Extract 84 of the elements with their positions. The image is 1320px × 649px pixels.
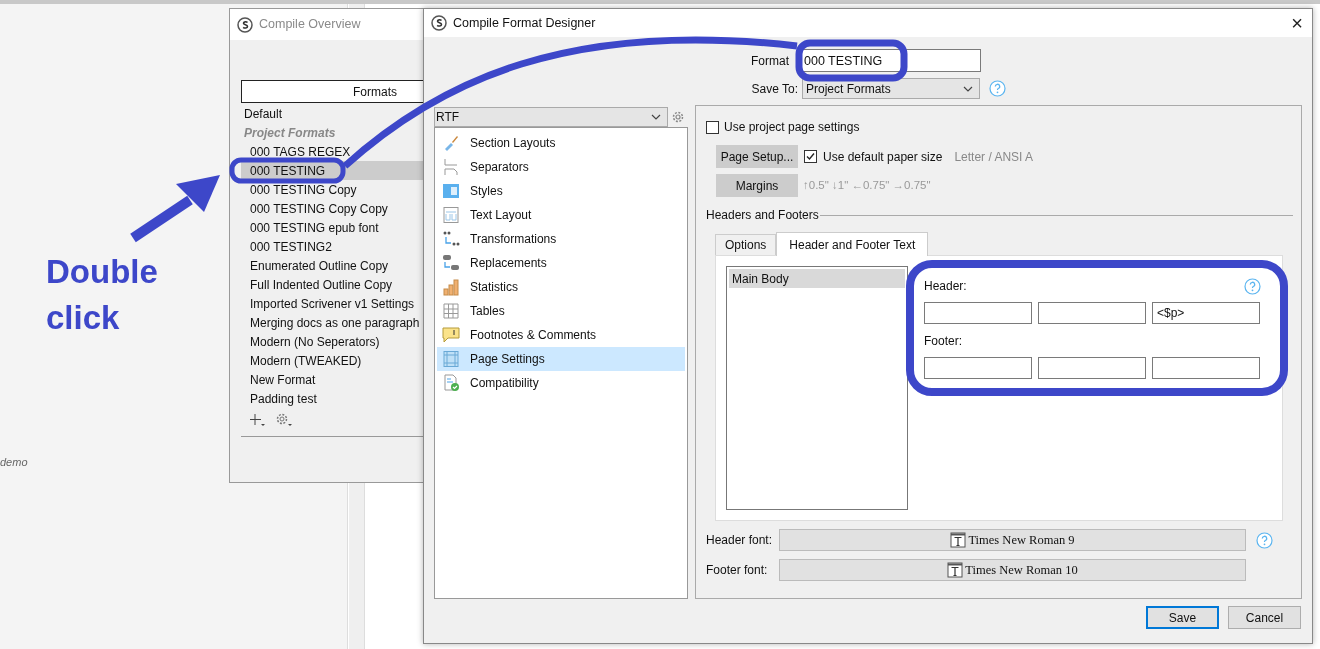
text-field[interactable]: <$p> — [1152, 302, 1260, 324]
sections-list-item[interactable]: Page Settings — [437, 347, 685, 371]
tab[interactable]: Options — [715, 234, 777, 255]
table-icon — [442, 302, 460, 320]
sections-list-item[interactable]: Compatibility — [437, 371, 685, 395]
margins-button[interactable]: Margins — [716, 174, 798, 197]
format-list-item[interactable]: Modern (No Seperators) — [241, 332, 423, 351]
sections-list-item[interactable]: Replacements — [437, 251, 685, 275]
column-header[interactable]: Formats — [241, 80, 423, 103]
format-name-field[interactable]: 000 TESTING — [800, 49, 981, 72]
sections-list-item[interactable]: Transformations — [437, 227, 685, 251]
checkbox-label[interactable]: Use default paper size — [823, 147, 943, 166]
format-list-item[interactable]: 000 TESTING epub font — [241, 218, 423, 237]
format-list-item[interactable]: Full Indented Outline Copy — [241, 275, 423, 294]
checkbox[interactable] — [804, 150, 817, 163]
text-field[interactable] — [924, 357, 1032, 379]
format-list-item[interactable]: 000 TESTING Copy Copy — [241, 199, 423, 218]
replace-icon — [442, 254, 460, 272]
speech-bubble-icon — [442, 326, 460, 344]
page-setup-button[interactable]: Page Setup... — [716, 145, 798, 168]
bar-chart-icon — [442, 278, 460, 296]
app-logo-icon — [431, 15, 447, 31]
field-label: Format — [750, 52, 789, 70]
document-label: demo — [0, 455, 28, 470]
format-list-item[interactable]: Modern (TWEAKED) — [241, 351, 423, 370]
format-list-item[interactable]: 000 TESTING Copy — [241, 180, 423, 199]
sections-list-item[interactable]: Footnotes & Comments — [437, 323, 685, 347]
styles-icon — [442, 182, 460, 200]
annotation-text: Double click — [46, 252, 159, 338]
format-list-item[interactable]: Default — [241, 104, 423, 123]
help-icon[interactable] — [1244, 277, 1261, 295]
dialog-button[interactable]: Save — [1146, 606, 1219, 629]
layouts-list-item[interactable]: Main Body — [729, 269, 905, 288]
window-title: Compile Format Designer — [453, 14, 596, 32]
tab[interactable]: Header and Footer Text — [776, 232, 929, 256]
format-list-item[interactable]: Imported Scrivener v1 Settings — [241, 294, 423, 313]
font-icon — [950, 532, 967, 548]
sections-list-item[interactable]: Text Layout — [437, 203, 685, 227]
format-list-item[interactable]: 000 TAGS REGEX — [241, 142, 423, 161]
group-title: Headers and Footers — [706, 207, 819, 224]
format-list-item[interactable]: Merging docs as one paragraph — [241, 313, 423, 332]
field-label: Header font: — [706, 532, 774, 549]
format-list-item[interactable]: 000 TESTING2 — [241, 237, 423, 256]
document-check-icon — [442, 374, 460, 392]
sections-list-item[interactable]: Tables — [437, 299, 685, 323]
help-icon[interactable] — [1256, 531, 1273, 549]
dialog-button[interactable]: Cancel — [1228, 606, 1301, 629]
field-label: Footer font: — [706, 562, 769, 579]
text-field[interactable] — [1152, 357, 1260, 379]
checkbox-label[interactable]: Use project page settings — [724, 118, 860, 136]
text-field[interactable] — [1038, 302, 1146, 324]
paper-size-text: Letter / ANSI A — [954, 148, 1034, 166]
help-icon[interactable] — [989, 80, 1006, 97]
output-format-dropdown[interactable]: RTF — [434, 107, 668, 127]
dropdown-caret-icon — [651, 114, 661, 120]
dropdown-caret-icon — [963, 85, 973, 92]
format-list-item[interactable]: New Format — [241, 370, 423, 389]
window-title: Compile Overview — [259, 16, 361, 34]
sections-list-item[interactable]: Styles — [437, 179, 685, 203]
sections-list-item[interactable]: Separators — [437, 155, 685, 179]
font-button[interactable]: Times New Roman 9 — [779, 529, 1246, 551]
format-list-item[interactable]: Enumerated Outline Copy — [241, 256, 423, 275]
add-icon[interactable] — [249, 413, 265, 427]
layout-icon — [442, 206, 460, 224]
gear-icon[interactable] — [671, 110, 685, 124]
checkbox[interactable] — [706, 120, 719, 134]
page-grid-icon — [442, 350, 460, 368]
separator-icon — [442, 158, 460, 176]
margins-text: ↑0.5" ↓1" ←0.75" →0.75" — [803, 177, 931, 193]
sections-list-item[interactable]: Statistics — [437, 275, 685, 299]
font-icon — [947, 562, 964, 578]
field-label: Footer: — [924, 333, 962, 350]
text-field[interactable] — [924, 302, 1032, 324]
app-logo-icon — [237, 16, 253, 33]
field-label: Save To: — [750, 80, 799, 98]
save-to-dropdown[interactable]: Project Formats — [802, 78, 980, 99]
gear-menu-icon[interactable] — [275, 412, 293, 428]
field-label: Header: — [924, 278, 967, 295]
sections-list-item[interactable]: Section Layouts — [437, 131, 685, 155]
format-list-item[interactable]: Padding test — [241, 389, 423, 408]
text-field[interactable] — [1038, 357, 1146, 379]
close-button[interactable]: × — [1282, 9, 1312, 37]
font-button[interactable]: Times New Roman 10 — [779, 559, 1246, 581]
quote-transform-icon — [442, 230, 460, 248]
